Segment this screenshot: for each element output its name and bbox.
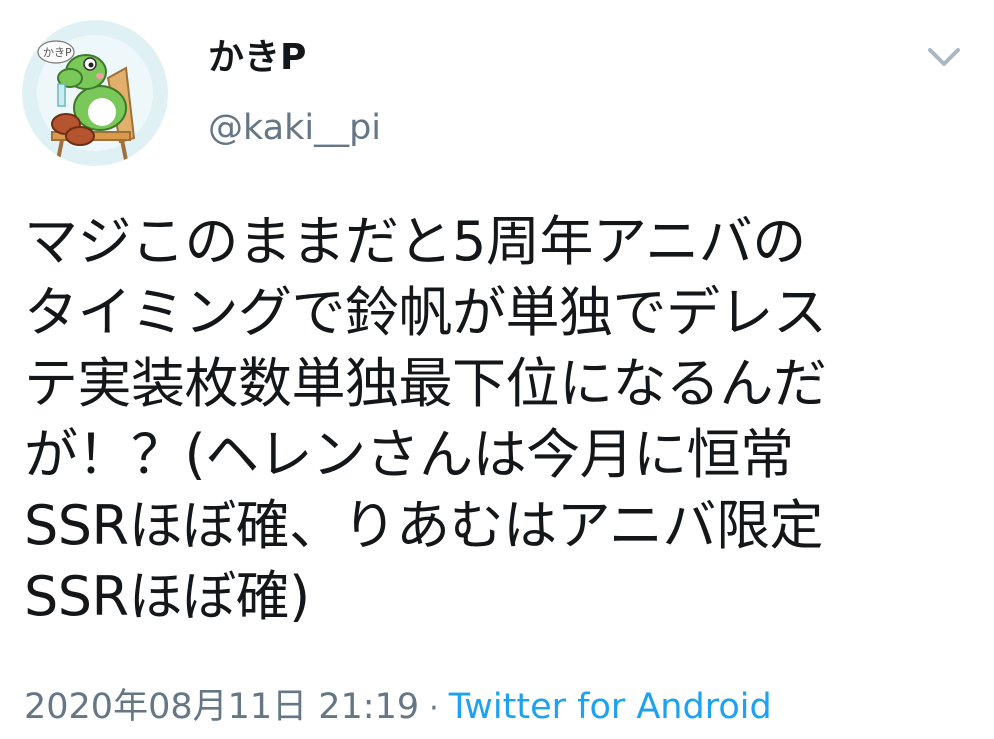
avatar[interactable]: かきP xyxy=(22,20,168,166)
tweet-text-line: SSRほぼ確、りあむはアニバ限定 xyxy=(24,494,824,557)
tweet-text-line: SSRほぼ確) xyxy=(24,565,310,628)
tweet-text-line: タイミングで鈴帆が単独でデレス xyxy=(24,281,827,344)
user-handle[interactable]: @kaki__pi xyxy=(208,106,381,150)
separator-dot: · xyxy=(429,691,439,726)
timestamp[interactable]: 2020年08月11日 21:19 xyxy=(24,687,419,727)
avatar-caption: かきP xyxy=(43,46,72,59)
tweet-card: かきP かきP @kaki__pi マジこのままだと5周年アニバの タイミングで… xyxy=(0,0,994,739)
chevron-down-icon[interactable] xyxy=(924,40,964,76)
tweet-text-line: テ実装枚数単独最下位になるんだ xyxy=(24,352,827,415)
display-name[interactable]: かきP xyxy=(208,36,306,80)
avatar-image-icon: かきP xyxy=(22,20,168,166)
tweet-text-line: マジこのままだと5周年アニバの xyxy=(24,210,806,273)
tweet-meta: 2020年08月11日 21:19 · Twitter for Android xyxy=(24,684,772,732)
tweet-text: マジこのままだと5周年アニバの タイミングで鈴帆が単独でデレス テ実装枚数単独最… xyxy=(24,206,984,632)
source-link[interactable]: Twitter for Android xyxy=(449,687,772,727)
tweet-text-line: が！？(ヘレンさんは今月に恒常 xyxy=(24,423,794,486)
